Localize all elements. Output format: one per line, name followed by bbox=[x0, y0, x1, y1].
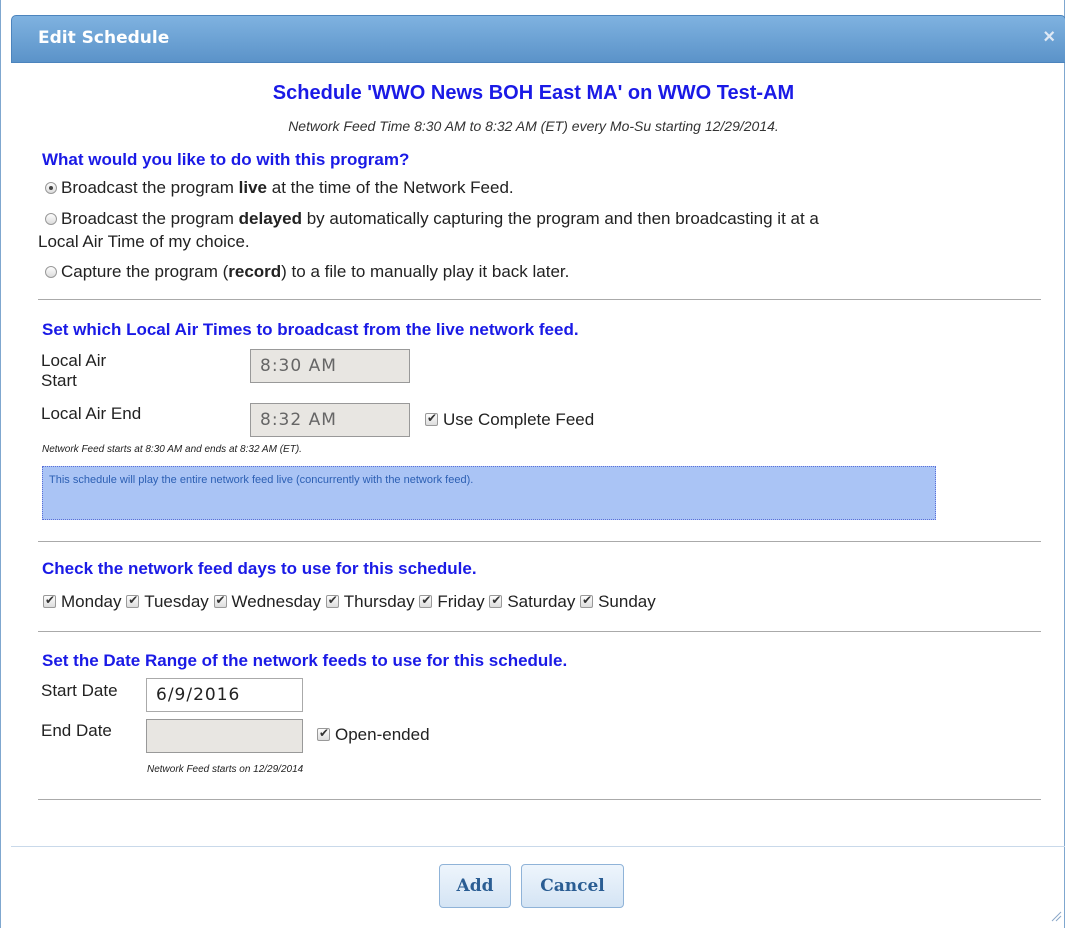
day-sunday[interactable]: Sunday bbox=[580, 592, 656, 611]
date-range-title: Set the Date Range of the network feeds … bbox=[42, 651, 568, 670]
day-tuesday-checkbox[interactable] bbox=[126, 593, 140, 608]
day-thursday-label: Thursday bbox=[343, 592, 415, 611]
option-record-pre: Capture the program ( bbox=[61, 262, 229, 281]
day-wednesday-checkbox[interactable] bbox=[213, 593, 227, 608]
edit-schedule-dialog: Edit Schedule × Schedule 'WWO News BOH E… bbox=[0, 0, 1065, 928]
divider bbox=[38, 799, 1041, 800]
option-live-bold: live bbox=[238, 178, 268, 197]
divider bbox=[38, 299, 1041, 300]
local-air-start-label-line2: Start bbox=[41, 371, 77, 390]
day-monday[interactable]: Monday bbox=[43, 592, 121, 611]
open-ended-label: Open-ended bbox=[335, 725, 430, 744]
date-range-note: Network Feed starts on 12/29/2014 bbox=[147, 764, 304, 775]
option-delayed-pre: Broadcast the program bbox=[61, 209, 239, 228]
day-friday-label: Friday bbox=[437, 592, 485, 611]
add-button[interactable]: Add bbox=[439, 864, 511, 908]
air-times-info-box: This schedule will play the entire netwo… bbox=[42, 466, 936, 520]
day-thursday-checkbox[interactable] bbox=[325, 593, 339, 608]
local-air-start-label: Local Air Start bbox=[41, 351, 106, 391]
option-live-pre: Broadcast the program bbox=[61, 178, 239, 197]
option-delayed-continued: Local Air Time of my choice. bbox=[38, 232, 250, 251]
local-air-start-label-line1: Local Air bbox=[41, 351, 107, 370]
local-air-end-label: Local Air End bbox=[41, 404, 142, 423]
footer-divider bbox=[11, 846, 1065, 847]
day-wednesday[interactable]: Wednesday bbox=[213, 592, 321, 611]
option-live-post: at the time of the Network Feed. bbox=[267, 178, 514, 197]
day-monday-checkbox[interactable] bbox=[43, 593, 56, 608]
option-live[interactable]: Broadcast the program live at the time o… bbox=[45, 178, 514, 198]
option-record-post: ) to a file to manually play it back lat… bbox=[281, 262, 570, 281]
dialog-title: Edit Schedule bbox=[38, 28, 170, 48]
days-title: Check the network feed days to use for t… bbox=[42, 559, 477, 578]
radio-record[interactable] bbox=[45, 266, 57, 278]
schedule-heading: Schedule 'WWO News BOH East MA' on WWO T… bbox=[272, 82, 795, 104]
local-air-start-input[interactable]: 8:30 AM bbox=[250, 349, 410, 383]
option-delayed-post: by automatically capturing the program a… bbox=[301, 209, 819, 228]
program-action-question: What would you like to do with this prog… bbox=[42, 150, 410, 169]
cancel-button[interactable]: Cancel bbox=[521, 864, 624, 908]
day-friday[interactable]: Friday bbox=[419, 592, 485, 611]
resize-grip-icon[interactable] bbox=[1050, 910, 1062, 922]
divider bbox=[38, 631, 1041, 632]
local-air-end-input[interactable]: 8:32 AM bbox=[250, 403, 410, 437]
option-delayed-bold: delayed bbox=[238, 209, 302, 228]
use-complete-feed-checkbox[interactable] bbox=[425, 411, 438, 426]
end-date-input[interactable] bbox=[146, 719, 303, 753]
use-complete-feed-label: Use Complete Feed bbox=[443, 410, 595, 429]
day-tuesday-label: Tuesday bbox=[144, 592, 209, 611]
day-saturday-checkbox[interactable] bbox=[489, 593, 503, 608]
day-sunday-checkbox[interactable] bbox=[580, 593, 594, 608]
use-complete-feed[interactable]: Use Complete Feed bbox=[425, 410, 594, 430]
day-thursday[interactable]: Thursday bbox=[325, 592, 415, 611]
day-sunday-label: Sunday bbox=[598, 592, 656, 611]
end-date-label: End Date bbox=[41, 721, 112, 740]
day-monday-label: Monday bbox=[61, 592, 122, 611]
option-record[interactable]: Capture the program (record) to a file t… bbox=[45, 262, 569, 282]
open-ended-checkbox[interactable] bbox=[317, 726, 330, 741]
option-delayed[interactable]: Broadcast the program delayed by automat… bbox=[45, 209, 819, 229]
open-ended[interactable]: Open-ended bbox=[317, 725, 430, 745]
close-icon[interactable]: × bbox=[1043, 26, 1055, 49]
dialog-titlebar[interactable]: Edit Schedule × bbox=[11, 15, 1065, 63]
divider bbox=[38, 541, 1041, 542]
feed-time-subtitle: Network Feed Time 8:30 AM to 8:32 AM (ET… bbox=[288, 118, 779, 134]
radio-live[interactable] bbox=[45, 182, 57, 194]
days-checkbox-row: Monday Tuesday Wednesday Thursday Friday… bbox=[43, 592, 656, 612]
day-saturday-label: Saturday bbox=[507, 592, 576, 611]
day-saturday[interactable]: Saturday bbox=[489, 592, 575, 611]
air-times-note: Network Feed starts at 8:30 AM and ends … bbox=[42, 444, 302, 455]
start-date-input[interactable]: 6/9/2016 bbox=[146, 678, 303, 712]
day-friday-checkbox[interactable] bbox=[419, 593, 433, 608]
start-date-label: Start Date bbox=[41, 681, 118, 700]
day-tuesday[interactable]: Tuesday bbox=[126, 592, 209, 611]
day-wednesday-label: Wednesday bbox=[231, 592, 321, 611]
option-record-bold: record bbox=[228, 262, 282, 281]
radio-delayed[interactable] bbox=[45, 213, 57, 225]
air-times-title: Set which Local Air Times to broadcast f… bbox=[42, 320, 579, 339]
